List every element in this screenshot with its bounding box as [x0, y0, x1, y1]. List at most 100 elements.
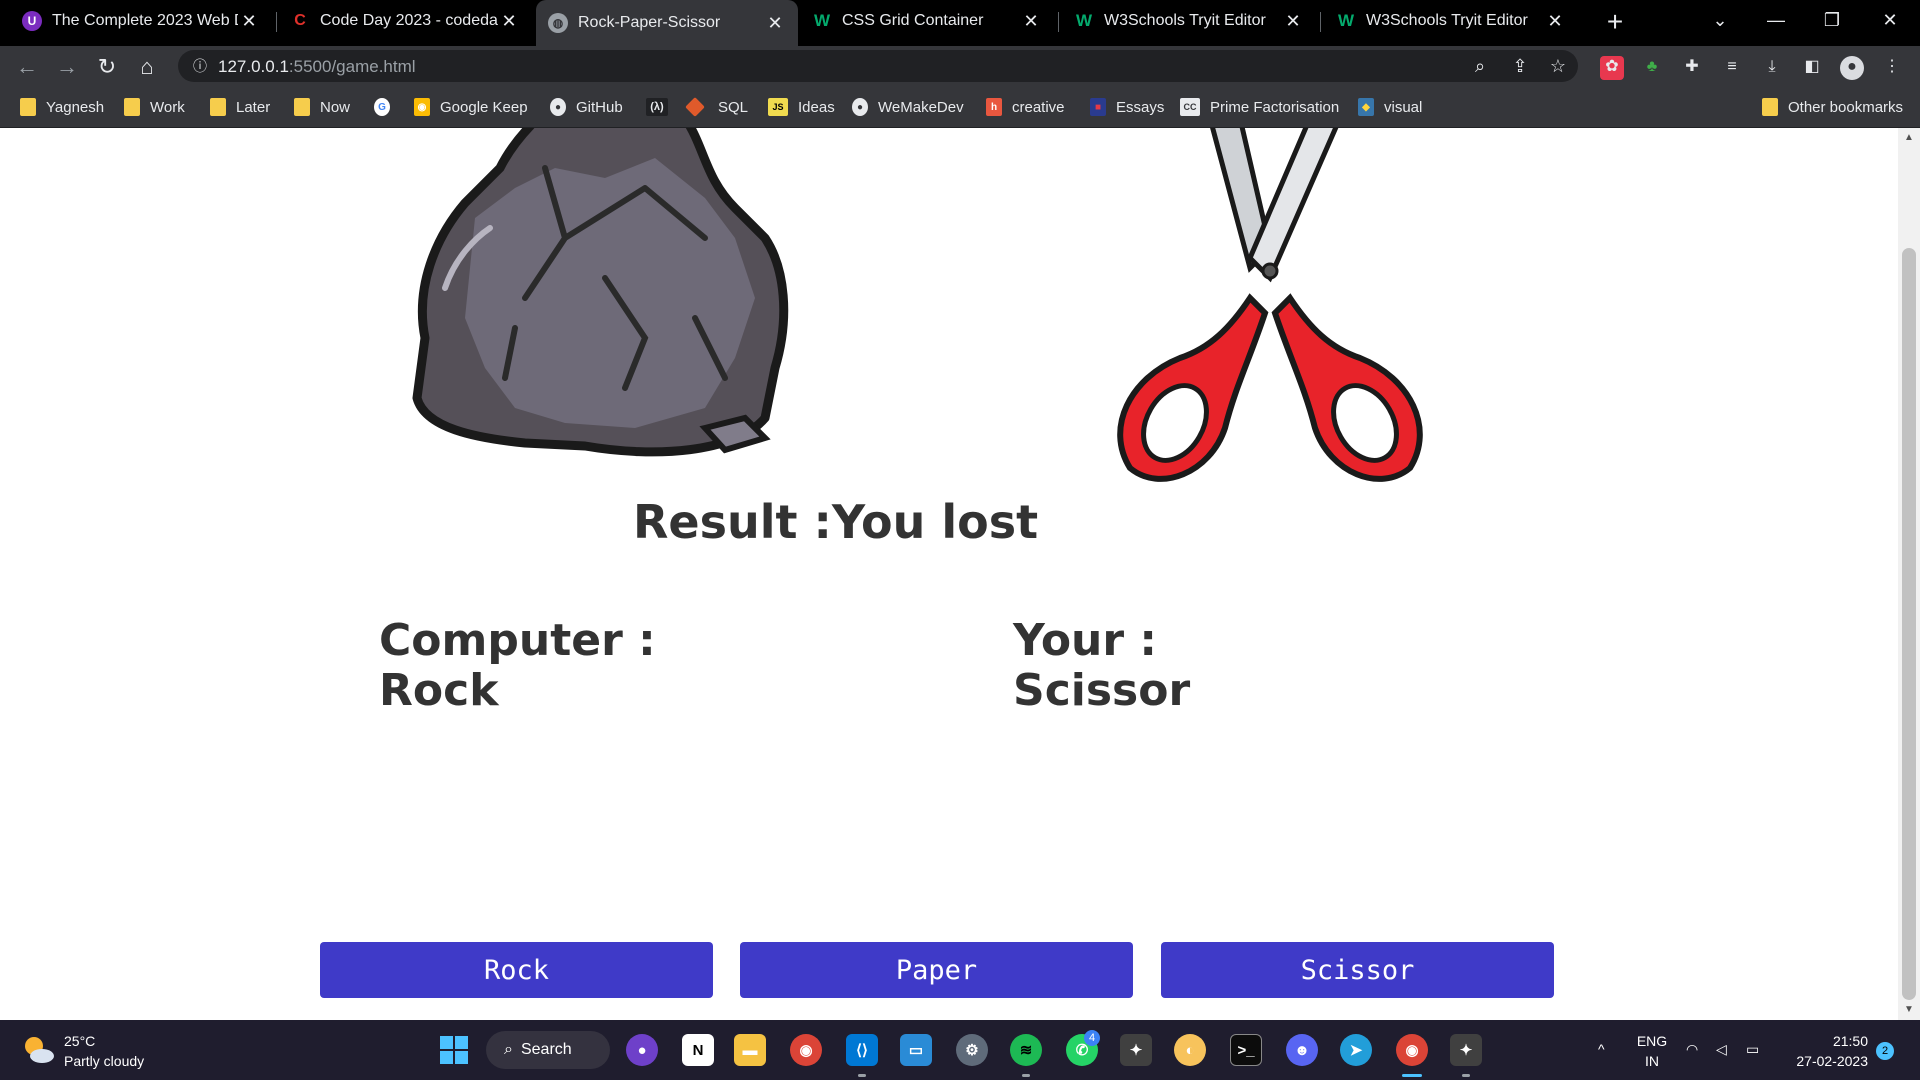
tab-5[interactable]: W W3Schools Tryit Editor ✕	[1062, 0, 1316, 42]
tab-search-icon[interactable]: ⌄	[1700, 4, 1740, 36]
home-button[interactable]: ⌂	[132, 52, 162, 82]
scroll-thumb[interactable]	[1902, 248, 1916, 1000]
clock-date[interactable]: 27-02-2023	[1786, 1052, 1868, 1070]
share-icon[interactable]: ⇪	[1508, 55, 1532, 79]
bookmark-yagnesh[interactable]: Yagnesh	[20, 96, 104, 118]
telegram-icon[interactable]: ➤	[1340, 1034, 1372, 1066]
bookmark-label: Essays	[1116, 98, 1165, 116]
extensions-puzzle-icon[interactable]: ✚	[1680, 56, 1704, 80]
spotify-icon[interactable]: ≋	[1010, 1034, 1042, 1066]
bookmark-lambda[interactable]: (λ)	[646, 96, 678, 118]
tab-6[interactable]: W W3Schools Tryit Editor ✕	[1324, 0, 1578, 42]
bookmark-other[interactable]: Other bookmarks	[1762, 96, 1903, 118]
photos-icon[interactable]: ◐	[1174, 1034, 1206, 1066]
weather-icon[interactable]	[20, 1032, 56, 1068]
folder-icon	[294, 98, 310, 116]
bookmark-wemakedev[interactable]: ● WeMakeDev	[852, 96, 964, 118]
essays-icon: ■	[1090, 98, 1106, 116]
new-tab-button[interactable]: +	[1600, 8, 1630, 38]
bookmark-now[interactable]: Now	[294, 96, 350, 118]
folder-icon	[20, 98, 36, 116]
result-text: Result :You lost	[633, 495, 1038, 549]
bookmark-label: WeMakeDev	[878, 98, 964, 116]
close-icon[interactable]: ✕	[764, 13, 786, 34]
close-window-button[interactable]: ✕	[1870, 4, 1910, 36]
zoom-icon[interactable]: ⌕	[1468, 55, 1492, 79]
extension-tree-icon[interactable]: ♣	[1640, 56, 1664, 80]
profile-avatar[interactable]: ●	[1840, 56, 1864, 80]
git-client-icon[interactable]: ✦	[1450, 1034, 1482, 1066]
reload-button[interactable]: ↻	[92, 52, 122, 82]
rock-button[interactable]: Rock	[320, 942, 713, 998]
star-icon[interactable]: ☆	[1546, 55, 1570, 79]
taskbar-search[interactable]: ⌕ Search	[486, 1031, 610, 1069]
tray-overflow-icon[interactable]: ^	[1598, 1040, 1605, 1058]
paper-button[interactable]: Paper	[740, 942, 1133, 998]
notion-icon[interactable]: N	[682, 1034, 714, 1066]
bookmark-google-keep[interactable]: ◉ Google Keep	[414, 96, 528, 118]
page-scrollbar[interactable]: ▲ ▼	[1898, 128, 1920, 1020]
settings-icon[interactable]: ⚙	[956, 1034, 988, 1066]
terminal-icon[interactable]: >_	[1230, 1034, 1262, 1066]
scroll-down-icon[interactable]: ▼	[1902, 1004, 1916, 1015]
download-icon[interactable]: ⤓	[1760, 56, 1784, 80]
gitkraken-icon[interactable]: ✦	[1120, 1034, 1152, 1066]
close-icon[interactable]: ✕	[1020, 11, 1042, 32]
udemy-icon: U	[22, 11, 42, 31]
start-icon[interactable]	[438, 1034, 470, 1066]
remote-desktop-icon[interactable]: ▭	[900, 1034, 932, 1066]
bookmark-google[interactable]: G	[374, 96, 400, 118]
vscode-icon[interactable]: ⟨⟩	[846, 1034, 878, 1066]
minimize-button[interactable]: —	[1756, 4, 1796, 36]
lambda-icon: (λ)	[646, 98, 668, 116]
tab-title: W3Schools Tryit Editor	[1366, 12, 1528, 29]
wifi-icon[interactable]: ◠	[1686, 1040, 1698, 1058]
running-indicator	[1022, 1074, 1030, 1077]
tab-3-active[interactable]: ◍ Rock-Paper-Scissor ✕	[536, 0, 798, 46]
battery-icon[interactable]: ▭	[1746, 1040, 1759, 1058]
forward-button[interactable]: →	[52, 52, 82, 82]
close-icon[interactable]: ✕	[1282, 11, 1304, 32]
restore-button[interactable]: ❐	[1812, 4, 1852, 36]
clock-time[interactable]: 21:50	[1786, 1032, 1868, 1050]
bookmark-visual[interactable]: ◆ visual	[1358, 96, 1422, 118]
js-icon: JS	[768, 98, 788, 116]
cc-icon: CC	[1180, 98, 1200, 116]
side-panel-icon[interactable]: ◧	[1800, 56, 1824, 80]
tab-1[interactable]: U The Complete 2023 Web De ✕	[10, 0, 272, 42]
bookmark-github[interactable]: ● GitHub	[550, 96, 623, 118]
info-icon[interactable]: ⓘ	[188, 55, 212, 79]
bookmark-essays[interactable]: ■ Essays	[1090, 96, 1164, 118]
file-explorer-icon[interactable]: ▬	[734, 1034, 766, 1066]
close-icon[interactable]: ✕	[498, 11, 520, 32]
tab-divider	[276, 12, 277, 32]
notification-badge[interactable]: 2	[1876, 1042, 1894, 1060]
close-icon[interactable]: ✕	[1544, 11, 1566, 32]
tab-2[interactable]: C Code Day 2023 - codedamn ✕	[278, 0, 532, 42]
bookmark-label: visual	[1384, 98, 1423, 116]
bookmark-later[interactable]: Later	[210, 96, 270, 118]
scissor-button[interactable]: Scissor	[1161, 942, 1554, 998]
chrome-icon[interactable]: ◉	[790, 1034, 822, 1066]
media-control-icon[interactable]: ≡	[1720, 56, 1744, 80]
menu-icon[interactable]: ⋮	[1880, 56, 1904, 80]
github-desktop-icon[interactable]: ●	[626, 1034, 658, 1066]
back-button[interactable]: ←	[12, 52, 42, 82]
bookmark-label: Other bookmarks	[1788, 98, 1904, 116]
tab-4[interactable]: W CSS Grid Container ✕	[800, 0, 1054, 42]
bookmark-creative[interactable]: h creative	[986, 96, 1065, 118]
bookmark-prime-factorisation[interactable]: CC Prime Factorisation	[1180, 96, 1339, 118]
bookmark-label: GitHub	[576, 98, 623, 116]
bookmark-sql[interactable]: SQL	[685, 96, 748, 118]
chrome-active-icon[interactable]: ◉	[1396, 1034, 1428, 1066]
extension-red-icon[interactable]: ✿	[1600, 56, 1624, 80]
close-icon[interactable]: ✕	[238, 11, 260, 32]
discord-icon[interactable]: ☻	[1286, 1034, 1318, 1066]
bookmark-ideas[interactable]: JS Ideas	[768, 96, 835, 118]
globe-icon: ◍	[548, 13, 568, 33]
bookmark-label: Later	[236, 98, 271, 116]
scroll-up-icon[interactable]: ▲	[1902, 132, 1916, 143]
bookmark-work[interactable]: Work	[124, 96, 185, 118]
volume-icon[interactable]: ◁	[1716, 1040, 1727, 1058]
address-bar[interactable]: ⓘ 127.0.0.1:5500/game.html ⌕ ⇪ ☆	[178, 50, 1578, 82]
